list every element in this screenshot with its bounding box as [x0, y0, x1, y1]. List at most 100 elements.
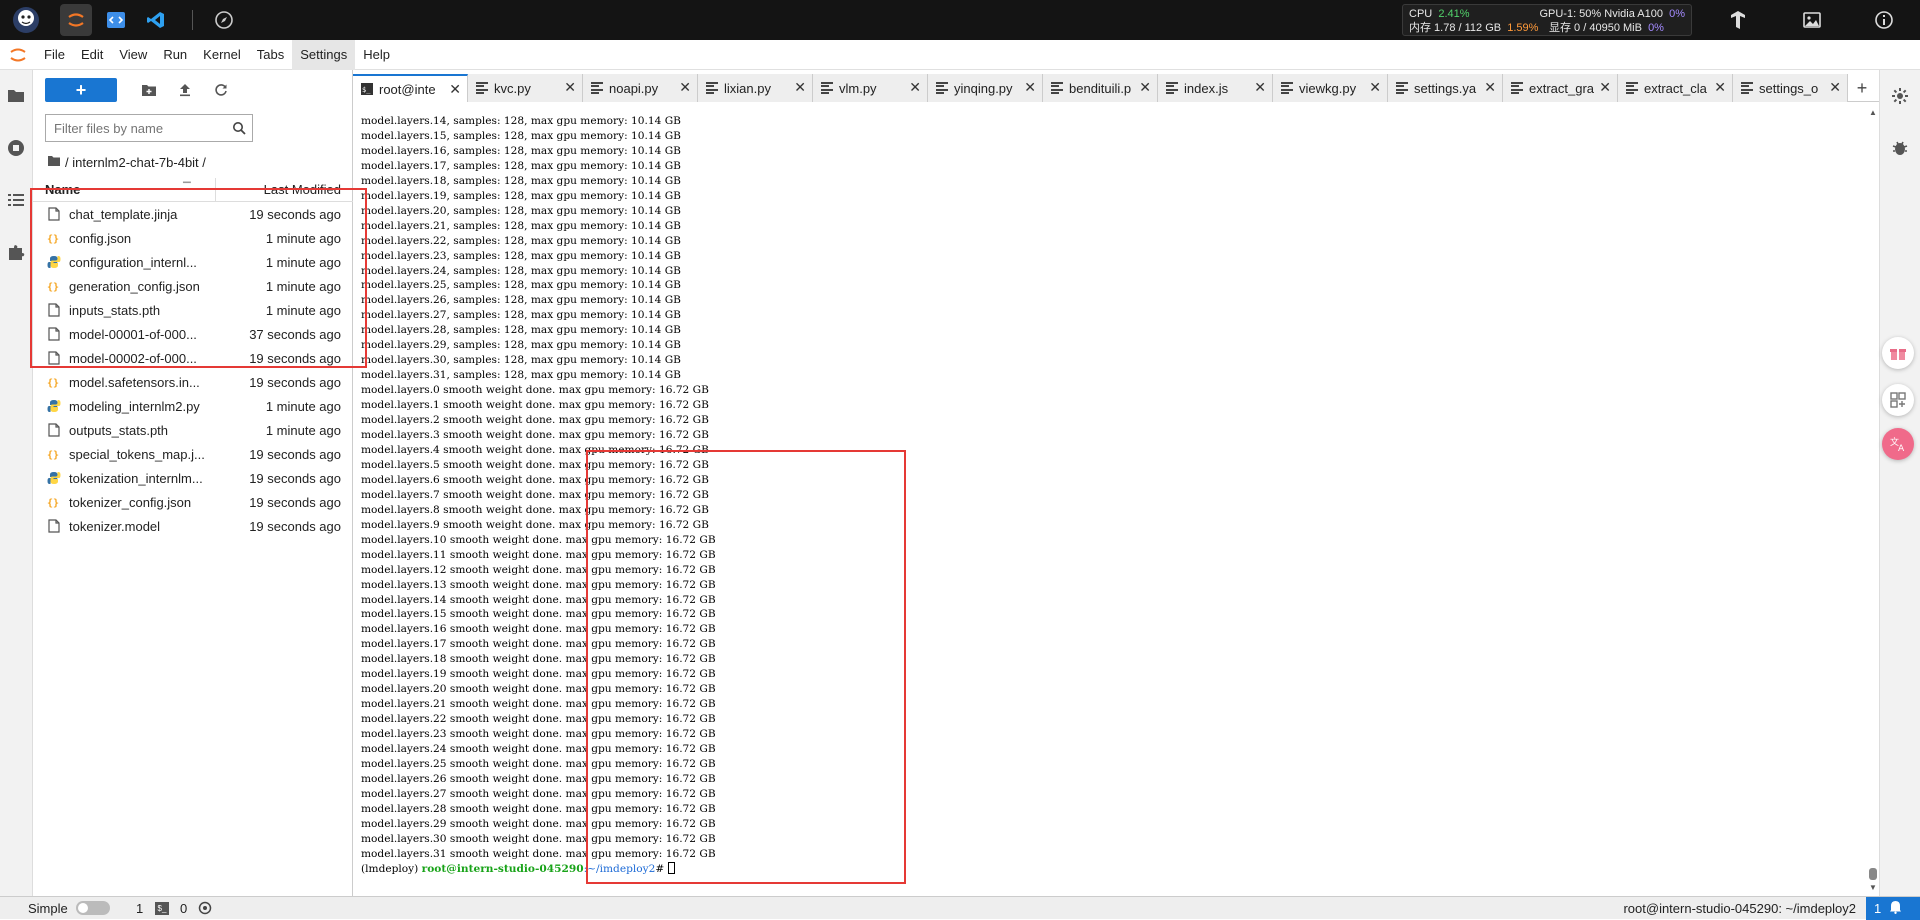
column-divider[interactable] [215, 178, 216, 202]
terminal-line: model.layers.24, samples: 128, max gpu m… [361, 264, 681, 277]
close-tab-icon[interactable]: ✕ [564, 80, 576, 94]
close-tab-icon[interactable]: ✕ [1024, 80, 1036, 94]
menu-help[interactable]: Help [355, 40, 398, 70]
file-row[interactable]: inputs_stats.pth 1 minute ago [33, 298, 353, 322]
file-row[interactable]: outputs_stats.pth 1 minute ago [33, 418, 353, 442]
file-row[interactable]: {} tokenizer_config.json 19 seconds ago [33, 490, 353, 514]
terminal-scrollbar[interactable]: ▲ ▼ [1868, 108, 1878, 892]
avatar-icon[interactable] [10, 4, 42, 36]
terminal-line: model.layers.23, samples: 128, max gpu m… [361, 249, 681, 262]
main-area: $_ root@inte ✕ kvc.py ✕ noapi.py ✕ lixian.py ✕ vl… [353, 70, 1879, 896]
tab-file[interactable]: settings.ya ✕ [1388, 74, 1503, 102]
file-row[interactable]: model-00002-of-000... 19 seconds ago [33, 346, 353, 370]
settings-cog-icon[interactable] [198, 901, 212, 918]
terminal-line: model.layers.2 smooth weight done. max g… [361, 414, 709, 427]
folder-home-icon[interactable] [47, 155, 61, 170]
tensorflow-icon[interactable] [1722, 4, 1754, 36]
notifications-button[interactable]: 1 [1866, 897, 1920, 920]
menu-file[interactable]: File [36, 40, 73, 70]
scroll-up-arrow-icon[interactable]: ▲ [1869, 108, 1877, 117]
tab-file[interactable]: kvc.py ✕ [468, 74, 583, 102]
file-row[interactable]: {} model.safetensors.in... 19 seconds ago [33, 370, 353, 394]
kernel-count[interactable]: 1 [136, 901, 143, 916]
tab-file[interactable]: noapi.py ✕ [583, 74, 698, 102]
translate-icon[interactable]: 文A [1882, 428, 1914, 460]
image-icon[interactable] [1796, 4, 1828, 36]
scroll-thumb[interactable] [1869, 868, 1877, 880]
terminal-count[interactable]: 0 [180, 901, 187, 916]
file-name: model-00002-of-000... [69, 350, 197, 366]
running-kernels-icon[interactable] [4, 136, 28, 160]
file-modified: 1 minute ago [265, 302, 341, 318]
property-inspector-icon[interactable] [1888, 84, 1912, 108]
vscode-app-icon[interactable] [140, 4, 172, 36]
menu-kernel[interactable]: Kernel [195, 40, 249, 70]
close-tab-icon[interactable]: ✕ [1714, 80, 1726, 94]
close-tab-icon[interactable]: ✕ [679, 80, 691, 94]
close-tab-icon[interactable]: ✕ [1599, 80, 1611, 94]
tab-file[interactable]: yinqing.py ✕ [928, 74, 1043, 102]
close-tab-icon[interactable]: ✕ [1484, 80, 1496, 94]
menu-edit[interactable]: Edit [73, 40, 111, 70]
simple-mode-toggle[interactable] [76, 901, 110, 915]
tab-file[interactable]: viewkg.py ✕ [1273, 74, 1388, 102]
tab-file[interactable]: vlm.py ✕ [813, 74, 928, 102]
left-sidebar [0, 70, 33, 896]
close-tab-icon[interactable]: ✕ [1139, 80, 1151, 94]
column-modified-header[interactable]: Last Modified [264, 182, 341, 197]
tab-file[interactable]: extract_cla ✕ [1618, 74, 1733, 102]
breadcrumb-path[interactable]: / internlm2-chat-7b-4bit / [65, 155, 206, 170]
tab-terminal[interactable]: $_ root@inte ✕ [353, 74, 468, 102]
file-row[interactable]: {} special_tokens_map.j... 19 seconds ago [33, 442, 353, 466]
file-row[interactable]: tokenization_internlm... 19 seconds ago [33, 466, 353, 490]
terminal-prompt[interactable]: (lmdeploy) root@intern-studio-045290:~/i… [361, 861, 1861, 877]
gift-icon[interactable] [1882, 337, 1914, 369]
tab-file[interactable]: settings_o ✕ [1733, 74, 1848, 102]
column-name-header[interactable]: Name [45, 182, 80, 197]
tab-file[interactable]: index.js ✕ [1158, 74, 1273, 102]
menu-settings[interactable]: Settings [292, 39, 356, 70]
extensions-icon[interactable] [4, 240, 28, 264]
debugger-icon[interactable] [1888, 136, 1912, 160]
file-modified: 1 minute ago [265, 422, 341, 438]
menu-tabs[interactable]: Tabs [249, 40, 292, 70]
code-app-icon[interactable] [100, 4, 132, 36]
file-row[interactable]: model-00001-of-000... 37 seconds ago [33, 322, 353, 346]
tab-file[interactable]: extract_gra ✕ [1503, 74, 1618, 102]
apps-grid-icon[interactable] [1882, 384, 1914, 416]
file-row[interactable]: configuration_internl... 1 minute ago [33, 250, 353, 274]
close-tab-icon[interactable]: ✕ [1369, 80, 1381, 94]
compass-icon[interactable] [208, 4, 240, 36]
file-row[interactable]: chat_template.jinja 19 seconds ago [33, 202, 353, 226]
file-row[interactable]: tokenizer.model 19 seconds ago [33, 514, 353, 538]
filter-files-input[interactable] [54, 119, 224, 137]
upload-icon[interactable] [175, 80, 195, 100]
close-tab-icon[interactable]: ✕ [909, 80, 921, 94]
folder-icon[interactable] [4, 84, 28, 108]
file-row[interactable]: {} generation_config.json 1 minute ago [33, 274, 353, 298]
tab-label: bendituili.p [1069, 80, 1132, 96]
menu-run[interactable]: Run [155, 40, 195, 70]
close-tab-icon[interactable]: ✕ [794, 80, 806, 94]
file-icon [47, 327, 61, 341]
close-tab-icon[interactable]: ✕ [449, 82, 461, 96]
file-row[interactable]: modeling_internlm2.py 1 minute ago [33, 394, 353, 418]
new-folder-icon[interactable] [139, 80, 159, 100]
close-tab-icon[interactable]: ✕ [1254, 80, 1266, 94]
terminal-line: model.layers.20, samples: 128, max gpu m… [361, 204, 681, 217]
add-tab-button[interactable]: + [1848, 74, 1876, 102]
info-icon[interactable] [1868, 4, 1900, 36]
file-row[interactable]: {} config.json 1 minute ago [33, 226, 353, 250]
terminal-line: model.layers.21 smooth weight done. max … [361, 698, 716, 711]
close-tab-icon[interactable]: ✕ [1829, 80, 1841, 94]
refresh-icon[interactable] [211, 80, 231, 100]
tab-file[interactable]: bendituili.p ✕ [1043, 74, 1158, 102]
jupyter-app-icon[interactable] [60, 4, 92, 36]
tab-file[interactable]: lixian.py ✕ [698, 74, 813, 102]
menu-view[interactable]: View [111, 40, 155, 70]
scroll-down-arrow-icon[interactable]: ▼ [1869, 883, 1877, 892]
terminal-icon[interactable]: $_ [155, 902, 169, 915]
terminal-output[interactable]: model.layers.14, samples: 128, max gpu m… [361, 114, 1861, 888]
new-launcher-button[interactable]: + [45, 78, 117, 102]
table-of-contents-icon[interactable] [4, 188, 28, 212]
